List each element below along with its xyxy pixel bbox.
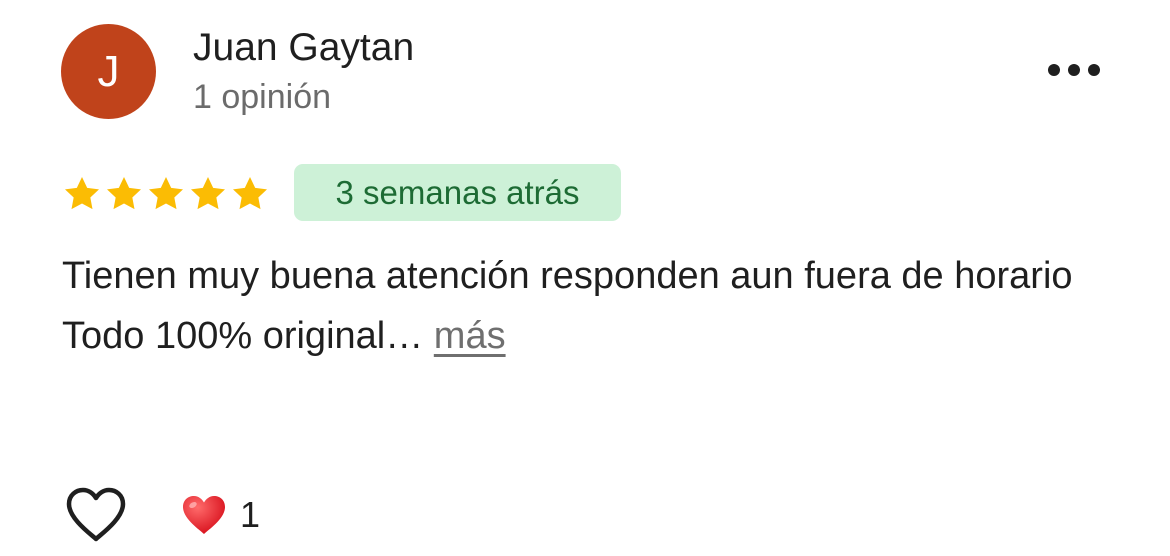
avatar-initial: J xyxy=(97,46,120,96)
reaction-count: 1 xyxy=(240,494,261,535)
heart-outline-icon[interactable] xyxy=(64,486,128,544)
author-review-count: 1 opinión xyxy=(193,78,332,116)
review-text-line: Tienen muy buena atención responden aun … xyxy=(62,255,1073,297)
red-heart-icon xyxy=(183,496,225,534)
star-icon xyxy=(229,170,271,218)
review-text-line: Todo 100% original… más xyxy=(62,306,1122,366)
star-rating xyxy=(61,170,271,218)
dot-icon xyxy=(1068,64,1080,76)
review-text: Tienen muy buena atención responden aun … xyxy=(62,246,1122,366)
star-icon xyxy=(187,170,229,218)
star-icon xyxy=(61,170,103,218)
review-card: J Juan Gaytan 1 opinión 3 semanas atrás … xyxy=(0,0,1170,556)
dot-icon xyxy=(1048,64,1060,76)
dot-icon xyxy=(1088,64,1100,76)
more-link[interactable]: más xyxy=(434,315,506,357)
author-name[interactable]: Juan Gaytan xyxy=(193,26,414,70)
more-options-button[interactable] xyxy=(1044,50,1104,90)
star-icon xyxy=(145,170,187,218)
reaction-summary[interactable]: 1 xyxy=(180,492,260,538)
star-icon xyxy=(103,170,145,218)
review-text-truncated: Todo 100% original… xyxy=(62,315,424,357)
avatar[interactable]: J xyxy=(61,24,156,119)
date-badge: 3 semanas atrás xyxy=(294,164,621,221)
